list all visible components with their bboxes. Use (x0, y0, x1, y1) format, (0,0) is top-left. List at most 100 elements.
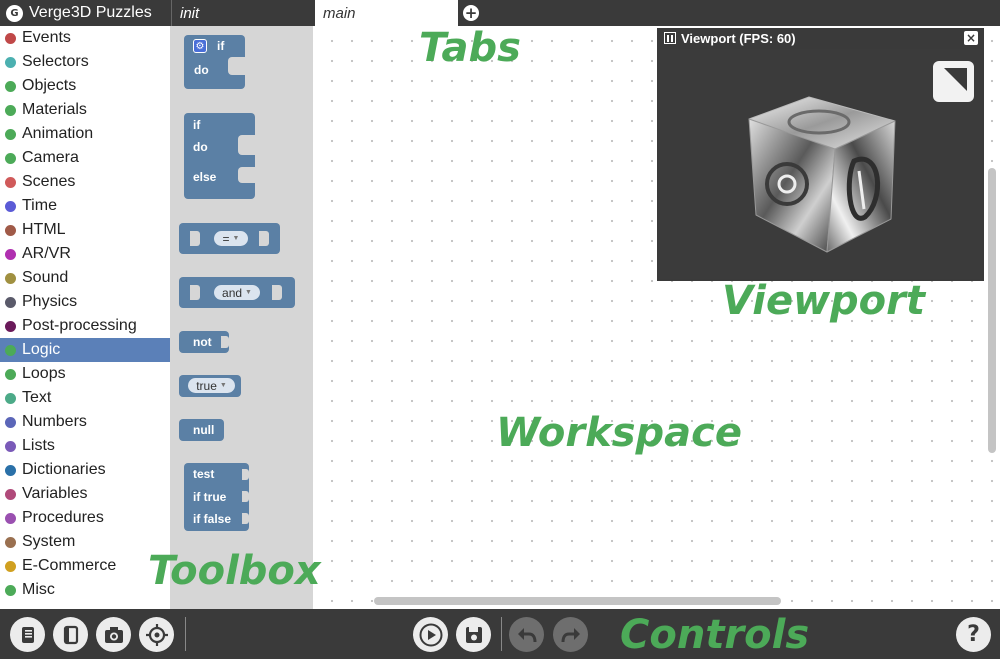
library-button[interactable] (53, 617, 88, 652)
save-icon (465, 626, 482, 643)
category-label: Numbers (22, 413, 87, 430)
category-animation[interactable]: Animation (0, 122, 170, 146)
block-null[interactable]: null (179, 419, 224, 441)
category-color-dot-icon (5, 248, 16, 260)
category-label: Selectors (22, 53, 89, 70)
viewport-expand-button[interactable] (933, 61, 974, 102)
category-color-dot-icon (5, 152, 16, 164)
controls-divider (501, 617, 502, 651)
input-socket (242, 469, 249, 480)
top-bar: G Verge3D Puzzles init main + (0, 0, 1000, 26)
block-if-do[interactable]: ⚙ if do (184, 35, 245, 89)
annotation-toolbox: Toolbox (148, 548, 321, 594)
category-color-dot-icon (5, 176, 16, 188)
category-system[interactable]: System (0, 530, 170, 554)
close-icon[interactable]: × (964, 31, 978, 45)
category-misc[interactable]: Misc (0, 578, 170, 602)
category-color-dot-icon (5, 32, 16, 44)
help-button[interactable]: ? (956, 617, 991, 652)
input-socket (242, 491, 249, 502)
category-label: Camera (22, 149, 79, 166)
statement-notch (238, 167, 255, 183)
target-icon (145, 623, 168, 646)
category-color-dot-icon (5, 368, 16, 380)
category-sound[interactable]: Sound (0, 266, 170, 290)
pause-icon[interactable] (664, 32, 676, 44)
category-time[interactable]: Time (0, 194, 170, 218)
category-post-processing[interactable]: Post-processing (0, 314, 170, 338)
category-color-dot-icon (5, 512, 16, 524)
logic-operator-value: and (222, 285, 243, 300)
screenshot-button[interactable] (96, 617, 131, 652)
annotation-viewport: Viewport (722, 278, 926, 324)
category-events[interactable]: Events (0, 26, 170, 50)
category-variables[interactable]: Variables (0, 482, 170, 506)
block-null-label: null (193, 423, 215, 437)
block-if-false-label: if false (193, 512, 232, 526)
category-color-dot-icon (5, 416, 16, 428)
block-do-label: do (194, 63, 209, 77)
play-button[interactable] (413, 617, 448, 652)
category-loops[interactable]: Loops (0, 362, 170, 386)
block-if-else[interactable]: if do else (184, 113, 255, 199)
save-button[interactable] (456, 617, 491, 652)
category-label: Physics (22, 293, 78, 310)
manual-button[interactable] (10, 617, 45, 652)
input-socket (272, 285, 282, 300)
target-button[interactable] (139, 617, 174, 652)
category-ar-vr[interactable]: AR/VR (0, 242, 170, 266)
category-color-dot-icon (5, 536, 16, 548)
category-color-dot-icon (5, 296, 16, 308)
redo-button[interactable] (553, 617, 588, 652)
category-label: HTML (22, 221, 66, 238)
block-else-label: else (193, 170, 217, 184)
category-color-dot-icon (5, 440, 16, 452)
viewport-title: Viewport (FPS: 60) (681, 30, 796, 46)
category-color-dot-icon (5, 320, 16, 332)
undo-icon (517, 627, 536, 642)
category-label: Procedures (22, 509, 104, 526)
gear-icon[interactable]: ⚙ (193, 39, 207, 53)
category-scenes[interactable]: Scenes (0, 170, 170, 194)
category-objects[interactable]: Objects (0, 74, 170, 98)
block-logic-operation[interactable]: and ▼ (179, 277, 295, 308)
category-color-dot-icon (5, 488, 16, 500)
workspace-vertical-scrollbar[interactable] (988, 168, 996, 453)
category-selectors[interactable]: Selectors (0, 50, 170, 74)
undo-button[interactable] (509, 617, 544, 652)
boolean-value: true (196, 378, 217, 393)
category-text[interactable]: Text (0, 386, 170, 410)
category-label: Animation (22, 125, 94, 142)
category-lists[interactable]: Lists (0, 434, 170, 458)
tab-init[interactable]: init (171, 0, 313, 26)
add-tab-icon[interactable]: + (463, 5, 479, 21)
category-procedures[interactable]: Procedures (0, 506, 170, 530)
category-e-commerce[interactable]: E-Commerce (0, 554, 170, 578)
block-not[interactable]: not (179, 331, 229, 353)
block-boolean[interactable]: true ▼ (179, 375, 241, 397)
block-test-label: test (193, 467, 215, 481)
category-materials[interactable]: Materials (0, 98, 170, 122)
input-socket (190, 231, 200, 246)
category-label: Lists (22, 437, 55, 454)
boolean-value-dropdown[interactable]: true ▼ (188, 378, 235, 393)
category-html[interactable]: HTML (0, 218, 170, 242)
tab-init-label: init (180, 4, 200, 22)
category-numbers[interactable]: Numbers (0, 410, 170, 434)
chevron-down-icon: ▼ (232, 235, 240, 242)
category-logic[interactable]: Logic (0, 338, 170, 362)
category-dictionaries[interactable]: Dictionaries (0, 458, 170, 482)
category-label: Logic (22, 341, 61, 358)
compare-operator-dropdown[interactable]: = ▼ (214, 231, 248, 246)
block-ternary[interactable]: test if true if false (184, 463, 249, 531)
category-label: Scenes (22, 173, 76, 190)
block-compare[interactable]: = ▼ (179, 223, 280, 254)
category-physics[interactable]: Physics (0, 290, 170, 314)
workspace-horizontal-scrollbar[interactable] (374, 597, 781, 605)
category-camera[interactable]: Camera (0, 146, 170, 170)
category-label: Misc (22, 581, 55, 598)
viewport-header[interactable]: Viewport (FPS: 60) × (657, 28, 984, 48)
input-socket (242, 513, 249, 524)
logic-operator-dropdown[interactable]: and ▼ (214, 285, 260, 300)
tab-main[interactable]: main (315, 0, 458, 26)
